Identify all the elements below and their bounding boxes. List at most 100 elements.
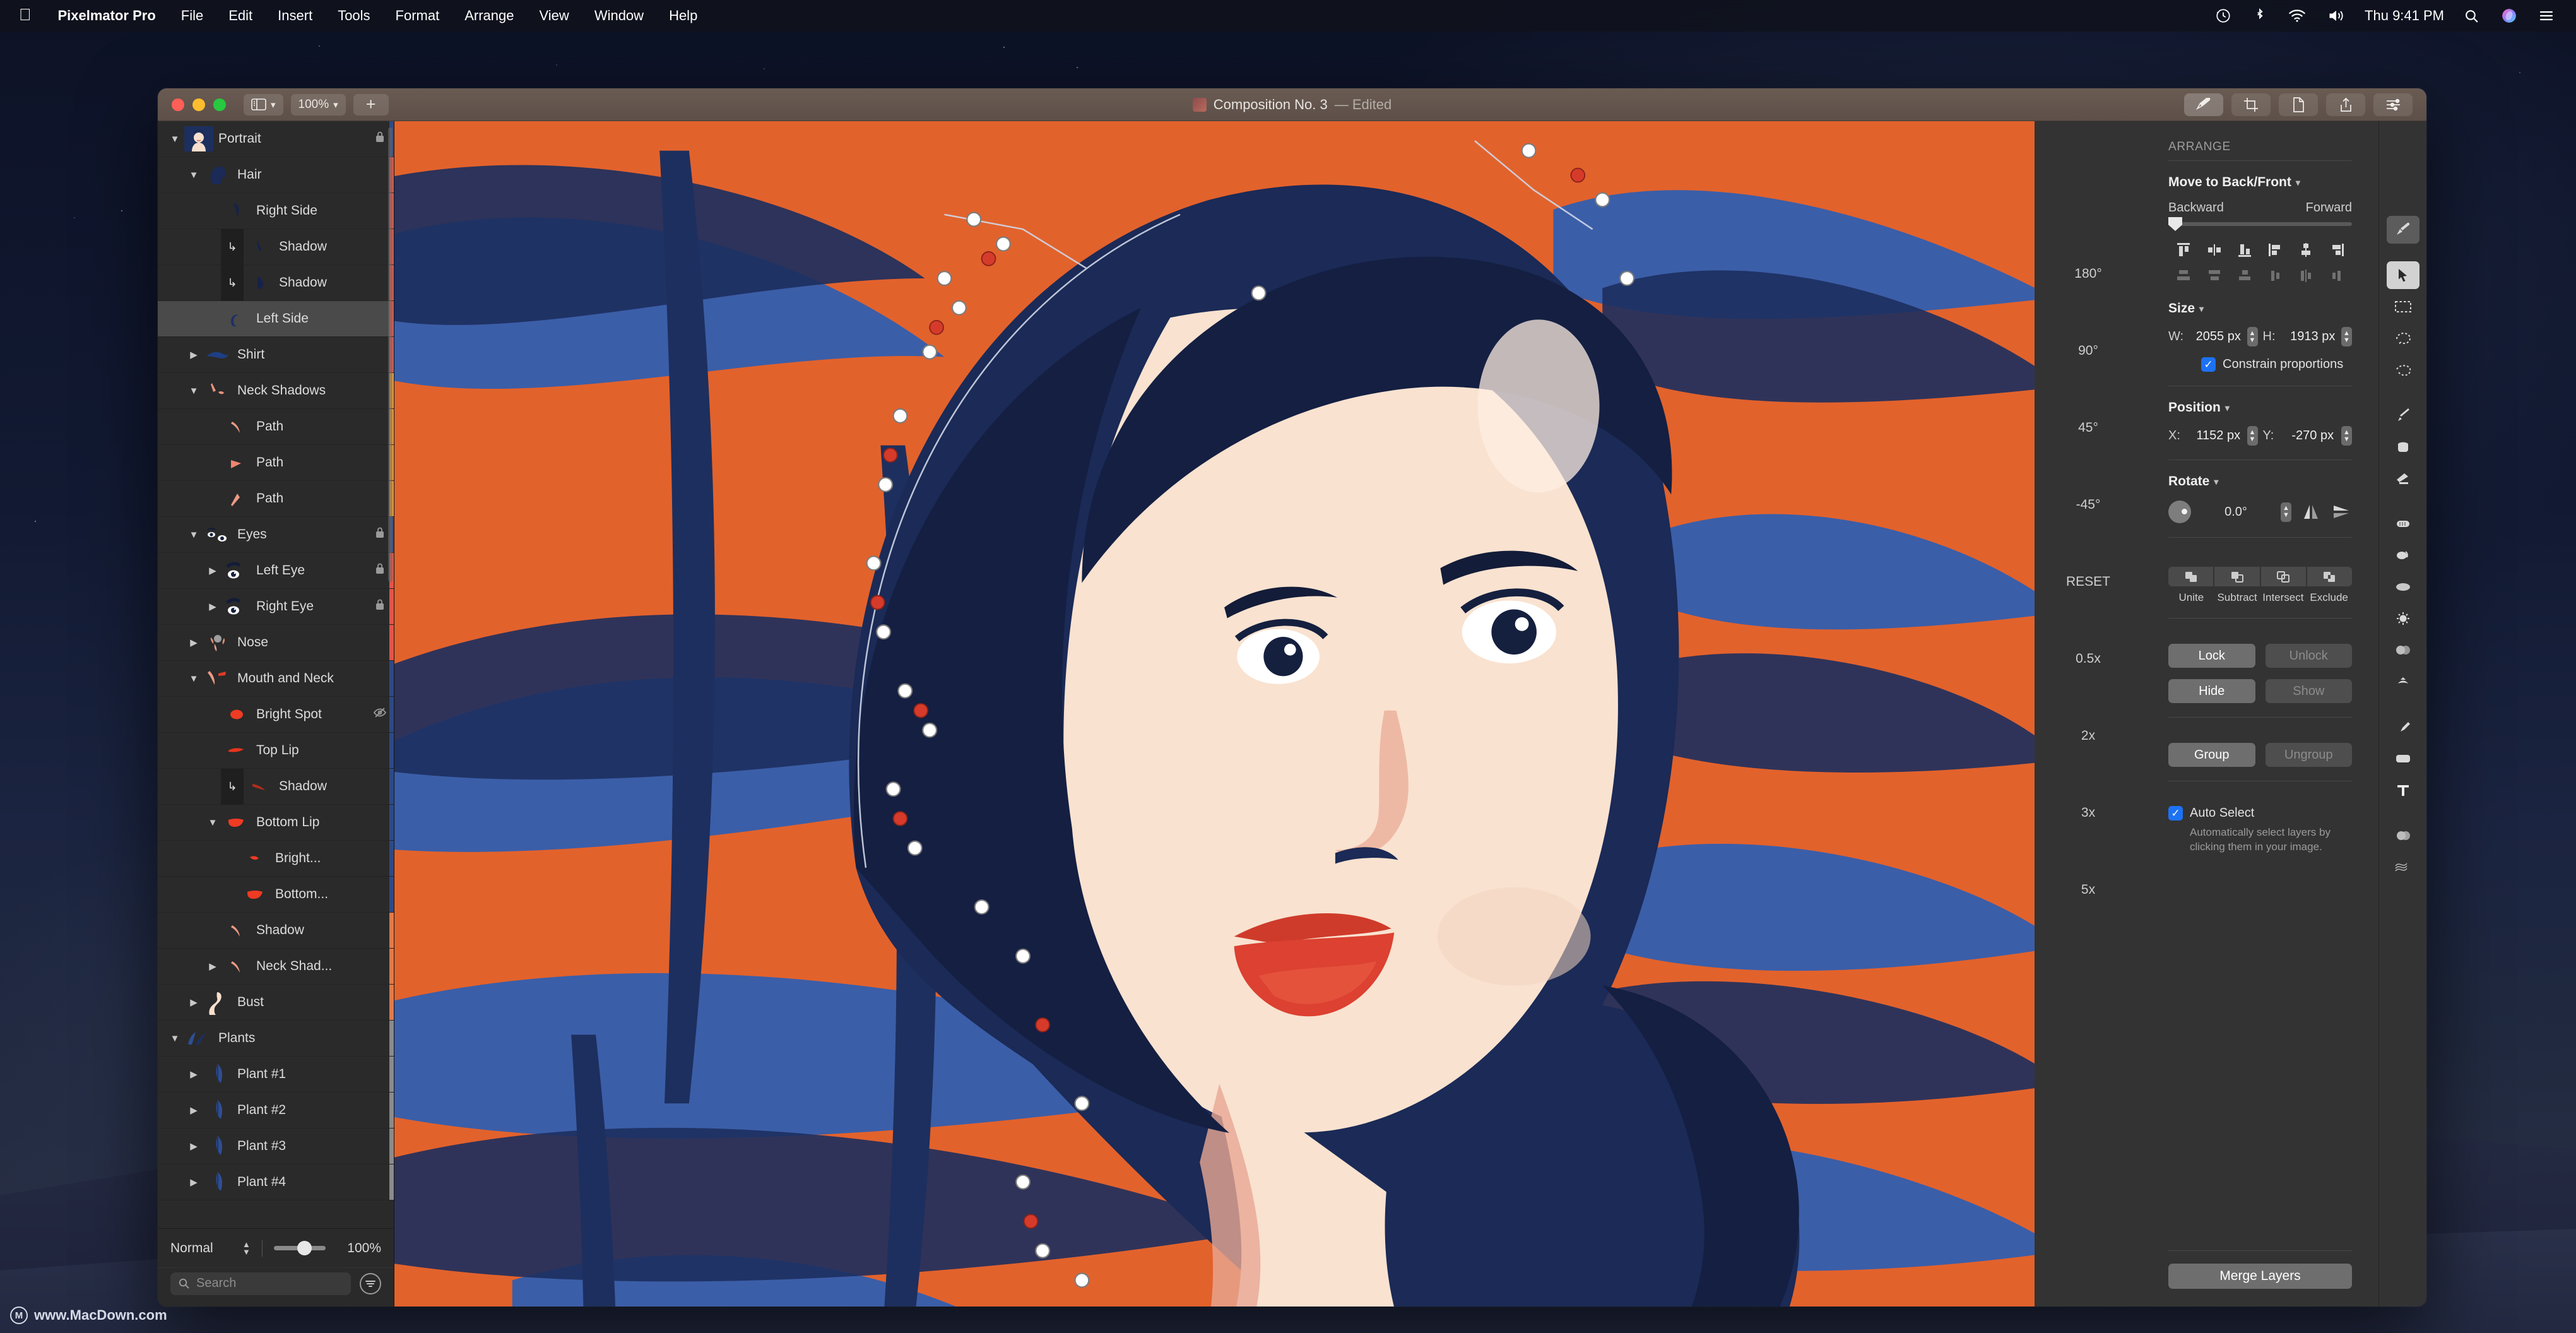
layer-name[interactable]: Left Eye	[256, 563, 366, 578]
layer-row[interactable]: ▼ Plants	[158, 1021, 394, 1057]
layer-row[interactable]: ▶ Neck Shad...	[158, 949, 394, 985]
chevron-right-icon[interactable]: ▶	[186, 1176, 202, 1188]
artwork-canvas[interactable]	[394, 121, 2035, 1306]
distribute-vertical-icon[interactable]	[2291, 241, 2322, 259]
layer-row[interactable]: ▶Right Side	[158, 193, 394, 229]
rotate-stepper[interactable]: ▲ ▼	[2281, 502, 2291, 522]
zoom-level-button[interactable]: 100% ▾	[291, 94, 346, 116]
chevron-right-icon[interactable]: ▶	[186, 1140, 202, 1152]
layer-name[interactable]: Nose	[237, 635, 366, 650]
rotate-preset-05x[interactable]: 0.5x	[2035, 651, 2142, 728]
menu-file[interactable]: File	[168, 0, 216, 32]
layer-name[interactable]: Hair	[237, 167, 366, 182]
layer-name[interactable]: Bright Spot	[256, 707, 366, 722]
layer-name[interactable]: Shadow	[279, 275, 366, 290]
layer-row[interactable]: ▶ Plant #2	[158, 1093, 394, 1129]
chevron-down-icon[interactable]: ▼	[167, 1033, 183, 1044]
x-stepper[interactable]: ▲ ▼	[2247, 426, 2258, 446]
boolean-operations[interactable]	[2168, 567, 2352, 586]
layer-name[interactable]: Plant #1	[237, 1067, 366, 1082]
lasso-select-icon[interactable]	[2387, 324, 2419, 352]
opacity-value[interactable]: 100%	[334, 1241, 381, 1256]
layer-name[interactable]: Bright...	[275, 851, 366, 866]
rotate-preset-3x[interactable]: 3x	[2035, 805, 2142, 882]
layer-name[interactable]: Path	[256, 491, 366, 506]
magic-wand-icon[interactable]	[2387, 356, 2419, 384]
layer-name[interactable]: Portrait	[218, 131, 366, 146]
menu-bar[interactable]:  Pixelmator Pro File Edit Insert Tools …	[0, 0, 2576, 32]
layer-row[interactable]: ▶ Plant #4	[158, 1164, 394, 1200]
adjust-sliders-icon[interactable]	[2373, 93, 2413, 116]
layer-name[interactable]: Bottom Lip	[256, 815, 366, 830]
rotate-section-header[interactable]: Rotate ▾	[2168, 474, 2352, 489]
y-input[interactable]: -270 px	[2289, 429, 2337, 443]
chevron-right-icon[interactable]: ▶	[186, 997, 202, 1008]
constrain-proportions-checkbox[interactable]: ✓	[2201, 357, 2216, 372]
rotate-dial[interactable]	[2168, 501, 2191, 523]
paint-tool-icon[interactable]	[2387, 216, 2419, 244]
flip-right-icon[interactable]	[2322, 267, 2353, 285]
layer-row[interactable]: ▼ Mouth and Neck	[158, 661, 394, 697]
flip-horizontal-icon[interactable]	[2300, 504, 2322, 520]
paintbrush-icon[interactable]	[2387, 401, 2419, 429]
layer-row[interactable]: ▶Bright...	[158, 841, 394, 877]
menu-app-name[interactable]: Pixelmator Pro	[45, 0, 168, 32]
layer-name[interactable]: Neck Shad...	[256, 959, 366, 974]
rotate-preset-90[interactable]: 90°	[2035, 343, 2142, 420]
back-front-slider[interactable]	[2168, 222, 2352, 226]
tools-sidebar[interactable]	[2378, 121, 2426, 1306]
rotate-preset-45[interactable]: 45°	[2035, 420, 2142, 497]
clipping-mask-icon[interactable]: ↳	[221, 229, 244, 265]
layer-row[interactable]: ▶Shadow	[158, 913, 394, 949]
unlock-button[interactable]: Unlock	[2266, 644, 2353, 668]
layer-name[interactable]: Shadow	[279, 779, 366, 794]
layer-row[interactable]: ▶Path	[158, 481, 394, 517]
position-section-header[interactable]: Position ▾	[2168, 400, 2352, 415]
height-input[interactable]: 1913 px	[2289, 329, 2337, 344]
layer-row[interactable]: ▶Bottom...	[158, 877, 394, 913]
alignment-buttons[interactable]	[2168, 241, 2352, 285]
chevron-down-icon[interactable]: ▼	[186, 170, 202, 181]
layer-row[interactable]: ▼ Neck Shadows	[158, 373, 394, 409]
layer-row[interactable]: ▶Path	[158, 445, 394, 481]
auto-select-row[interactable]: ✓ Auto Select	[2168, 806, 2352, 821]
lock-button[interactable]: Lock	[2168, 644, 2255, 668]
layer-row[interactable]: ▶ Left Eye	[158, 553, 394, 589]
add-layer-button[interactable]: +	[353, 94, 389, 116]
time-machine-icon[interactable]	[2204, 8, 2242, 24]
layer-row[interactable]: ▶↳Shadow	[158, 769, 394, 805]
chevron-right-icon[interactable]: ▶	[186, 349, 202, 360]
auto-select-checkbox[interactable]: ✓	[2168, 806, 2183, 821]
layers-panel[interactable]: ▼Portrait▼Hair▶Right Side▶↳Shadow▶↳Shado…	[158, 121, 394, 1306]
layer-name[interactable]: Path	[256, 455, 366, 470]
size-fields[interactable]: W: 2055 px ▲ ▼ H: 1913 px ▲ ▼	[2168, 327, 2352, 347]
layer-name[interactable]: Mouth and Neck	[237, 671, 366, 686]
lock-unlock-row[interactable]: Lock Unlock	[2168, 644, 2352, 668]
align-left-icon[interactable]	[2260, 241, 2291, 259]
layer-name[interactable]: Eyes	[237, 527, 366, 542]
rotate-preset-2x[interactable]: 2x	[2035, 728, 2142, 805]
layer-name[interactable]: Shirt	[237, 347, 366, 362]
layer-row[interactable]: ▼ Portrait	[158, 121, 394, 157]
clipping-mask-icon[interactable]: ↳	[221, 265, 244, 301]
menu-tools[interactable]: Tools	[325, 0, 382, 32]
layers-search-input[interactable]: Search	[170, 1272, 351, 1295]
sidebar-toggle-button[interactable]: ▾	[244, 94, 283, 116]
layers-scrollbar[interactable]	[388, 127, 393, 582]
lighten-icon[interactable]	[2387, 605, 2419, 632]
sharpen-icon[interactable]	[2387, 668, 2419, 696]
layer-row[interactable]: ▶ Shirt	[158, 337, 394, 373]
blend-mode-row[interactable]: Normal ▲ ▼ 100%	[158, 1228, 394, 1267]
titlebar-tools[interactable]	[2184, 93, 2413, 116]
color-adjust-icon[interactable]	[2387, 822, 2419, 850]
layer-name[interactable]: Left Side	[256, 311, 366, 326]
layer-row[interactable]: ▼ Bottom Lip	[158, 805, 394, 841]
layer-row[interactable]: ▶Bright Spot	[158, 697, 394, 733]
flip-vertical-icon[interactable]	[2331, 504, 2352, 520]
position-fields[interactable]: X: 1152 px ▲ ▼ Y: -270 px ▲ ▼	[2168, 426, 2352, 446]
minimize-button[interactable]	[192, 98, 205, 111]
width-input[interactable]: 2055 px	[2195, 329, 2242, 344]
rotate-preset-45[interactable]: -45°	[2035, 497, 2142, 574]
layer-row[interactable]: ▼ Eyes	[158, 517, 394, 553]
blend-mode-value[interactable]: Normal	[170, 1241, 233, 1256]
